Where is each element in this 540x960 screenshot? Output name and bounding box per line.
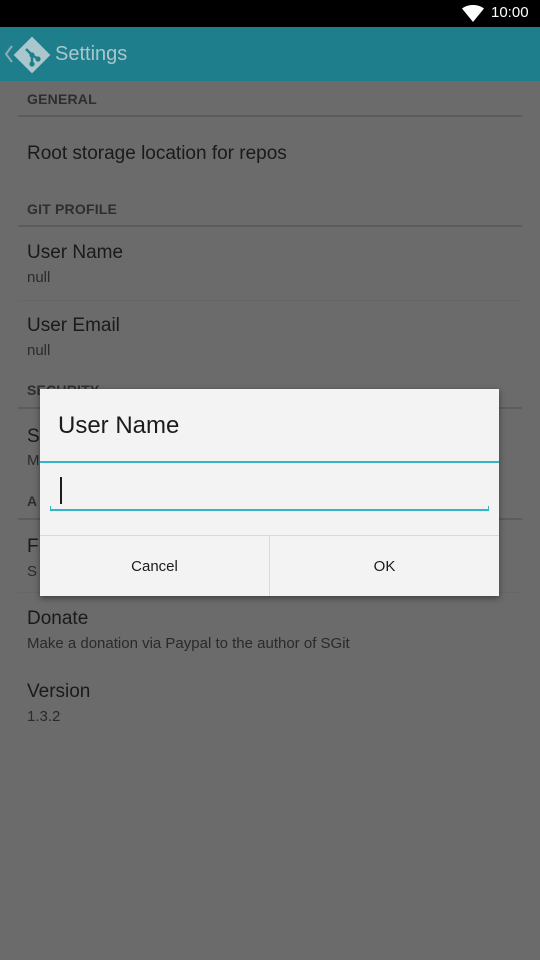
category-git-profile: GIT PROFILE <box>27 201 118 217</box>
category-about: A <box>27 493 38 509</box>
category-general: GENERAL <box>27 91 97 107</box>
pref-summary: M <box>27 452 40 469</box>
git-logo-icon[interactable] <box>13 36 51 74</box>
row-divider <box>18 300 522 301</box>
action-bar-title: Settings <box>55 43 128 65</box>
user-name-input[interactable] <box>50 473 496 511</box>
status-bar: 10:00 <box>0 0 540 27</box>
pref-title: Donate <box>27 608 89 629</box>
pref-title: User Email <box>27 315 120 336</box>
input-underline <box>50 506 489 511</box>
category-divider <box>18 115 522 117</box>
pref-title: F <box>27 536 39 557</box>
dialog-title-divider <box>40 461 499 463</box>
text-cursor <box>60 477 62 504</box>
pref-title: Root storage location for repos <box>27 143 287 164</box>
status-time: 10:00 <box>491 4 529 21</box>
pref-title: User Name <box>27 242 124 263</box>
wifi-icon <box>462 5 484 22</box>
dialog-title: User Name <box>58 412 180 439</box>
pref-summary: S <box>27 563 38 580</box>
pref-title: Version <box>27 681 91 702</box>
cancel-button[interactable]: Cancel <box>40 536 269 596</box>
category-divider <box>18 225 522 227</box>
user-name-dialog: User Name Cancel OK <box>40 389 499 596</box>
action-bar: Settings <box>0 27 540 81</box>
pref-summary: 1.3.2 <box>27 708 61 725</box>
pref-summary: Make a donation via Paypal to the author… <box>27 635 350 652</box>
ok-button[interactable]: OK <box>270 536 499 596</box>
pref-summary: null <box>27 342 51 359</box>
pref-summary: null <box>27 269 51 286</box>
pref-title: S <box>27 426 40 447</box>
